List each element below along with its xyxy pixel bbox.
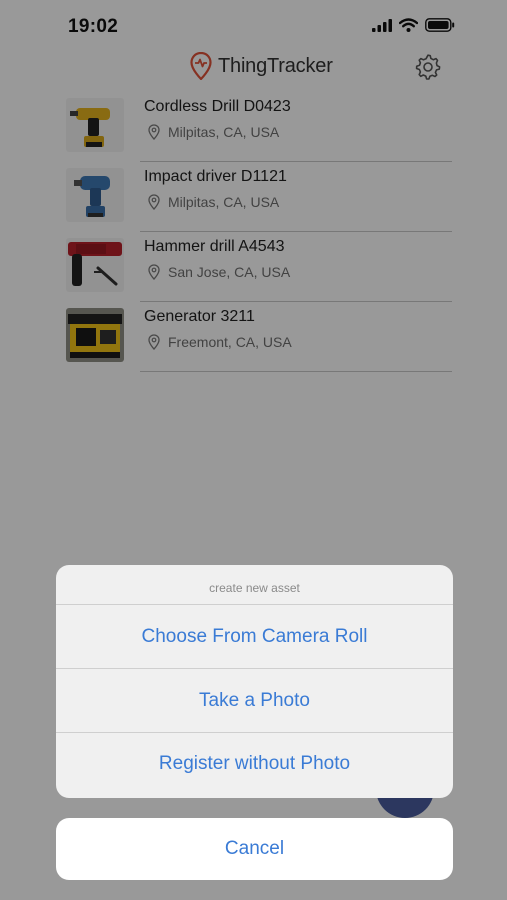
register-without-photo-button[interactable]: Register without Photo xyxy=(56,733,453,798)
choose-from-camera-roll-button[interactable]: Choose From Camera Roll xyxy=(56,605,453,669)
cancel-button[interactable]: Cancel xyxy=(56,818,453,880)
action-sheet-title: create new asset xyxy=(56,565,453,605)
action-sheet: create new asset Choose From Camera Roll… xyxy=(56,565,453,798)
take-photo-button[interactable]: Take a Photo xyxy=(56,669,453,733)
